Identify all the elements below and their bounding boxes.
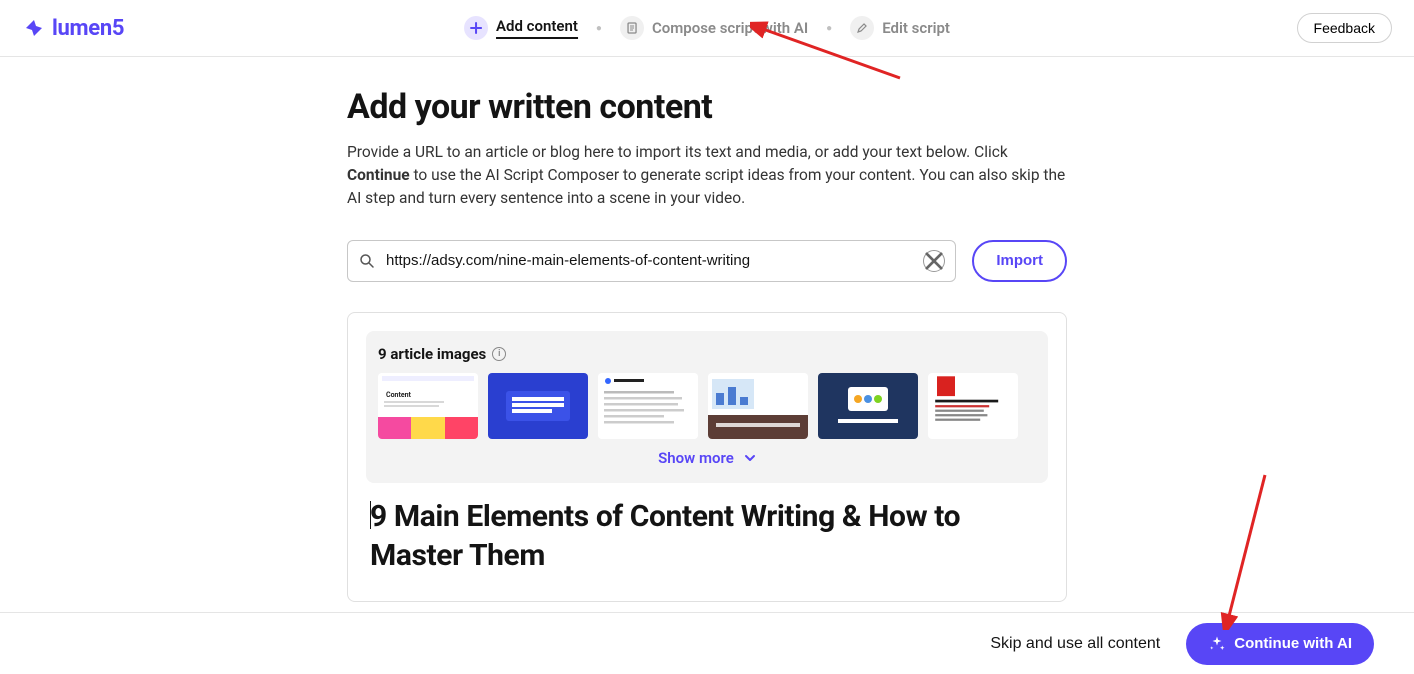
step-label: Compose script with AI <box>652 19 808 37</box>
pencil-icon <box>850 16 874 40</box>
lumen5-logo-icon <box>22 16 46 40</box>
article-image-thumb[interactable]: Content <box>378 373 478 439</box>
step-label: Edit script <box>882 19 950 37</box>
step-nav: Add content ● Compose script with AI ● E… <box>464 16 950 40</box>
article-images-count: 9 article images <box>378 345 486 363</box>
step-label: Add content <box>496 17 578 39</box>
topbar: lumen5 Add content ● Compose script with… <box>0 0 1414 57</box>
step-separator: ● <box>596 23 602 34</box>
info-icon[interactable]: i <box>492 347 506 361</box>
clear-input-button[interactable] <box>923 250 945 272</box>
step-edit-script[interactable]: Edit script <box>850 16 950 40</box>
article-image-thumb[interactable] <box>598 373 698 439</box>
article-image-thumb[interactable] <box>818 373 918 439</box>
step-compose-ai[interactable]: Compose script with AI <box>620 16 808 40</box>
article-image-thumb[interactable] <box>708 373 808 439</box>
page-description: Provide a URL to an article or blog here… <box>347 141 1067 210</box>
search-icon <box>358 252 376 270</box>
url-input[interactable] <box>386 252 913 269</box>
plus-icon <box>464 16 488 40</box>
url-row: Import <box>347 240 1067 282</box>
main-content: Add your written content Provide a URL t… <box>347 57 1067 602</box>
brand-name: lumen5 <box>52 16 124 41</box>
annotation-arrow <box>1210 470 1280 630</box>
article-images-header: 9 article images i <box>378 345 1036 363</box>
footer-bar: Skip and use all content Continue with A… <box>0 612 1414 674</box>
article-image-thumb[interactable] <box>488 373 588 439</box>
sparkle-icon <box>1208 635 1226 653</box>
thumbnail-row: Content <box>378 373 1036 439</box>
step-add-content[interactable]: Add content <box>464 16 578 40</box>
article-image-thumb[interactable] <box>928 373 1018 439</box>
feedback-button[interactable]: Feedback <box>1297 13 1392 43</box>
import-button[interactable]: Import <box>972 240 1067 282</box>
chevron-down-icon <box>744 452 756 464</box>
url-input-wrapper[interactable] <box>347 240 956 282</box>
skip-button[interactable]: Skip and use all content <box>990 635 1160 653</box>
show-more-button[interactable]: Show more <box>378 439 1036 471</box>
brand-logo[interactable]: lumen5 <box>22 16 124 41</box>
page-title: Add your written content <box>347 87 1067 127</box>
document-icon <box>620 16 644 40</box>
article-title[interactable]: 9 Main Elements of Content Writing & How… <box>348 483 1066 601</box>
svg-text:Content: Content <box>386 391 412 399</box>
close-icon <box>925 252 943 270</box>
article-images-box: 9 article images i Content <box>366 331 1048 483</box>
content-preview-card: 9 article images i Content <box>347 312 1067 602</box>
step-separator: ● <box>826 23 832 34</box>
continue-with-ai-button[interactable]: Continue with AI <box>1186 623 1374 665</box>
